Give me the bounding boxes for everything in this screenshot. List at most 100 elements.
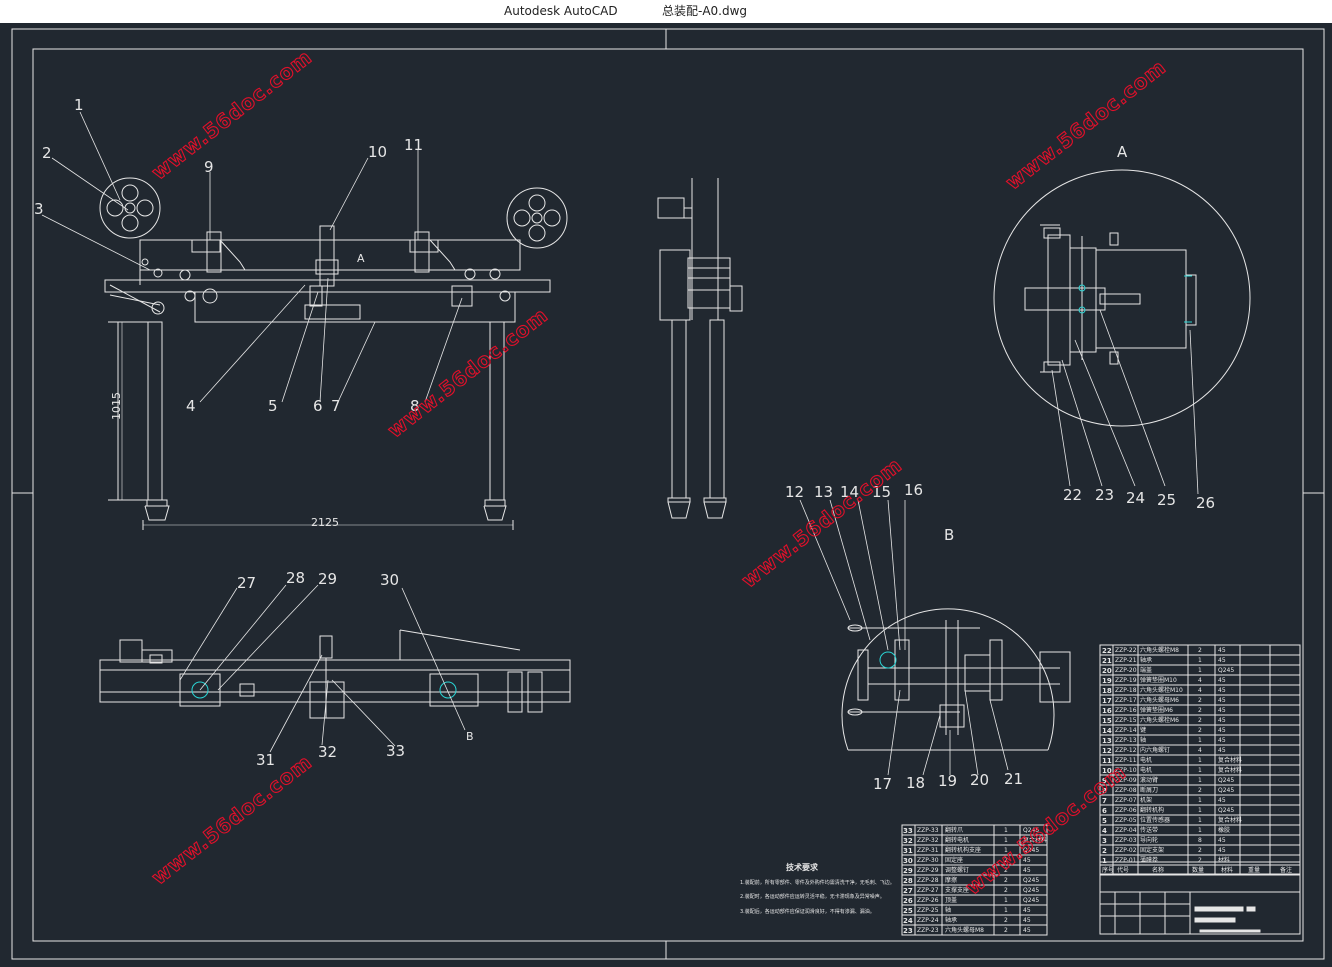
- bom-qty: 2: [1004, 917, 1008, 924]
- bom-qty: 8: [1198, 837, 1202, 844]
- top-ref-label: B: [466, 730, 474, 743]
- callout-12: 12: [785, 483, 804, 501]
- bom-header-cell: 名称: [1152, 866, 1164, 874]
- bom-no: 25: [903, 907, 913, 915]
- callout-24: 24: [1126, 489, 1145, 507]
- bom-name: 电机: [1140, 766, 1152, 774]
- callout-29: 29: [318, 570, 337, 588]
- callout-1: 1: [74, 96, 84, 114]
- bom-no: 14: [1102, 727, 1112, 735]
- bom-no: 4: [1102, 827, 1107, 835]
- bom-no: 20: [1102, 667, 1112, 675]
- bom-code: ZZP-19: [1115, 677, 1137, 684]
- bom-mat: 45: [1218, 717, 1226, 724]
- bom-name: 导向轮: [1140, 836, 1158, 844]
- bom-mat: 45: [1218, 707, 1226, 714]
- bom-qty: 2: [1198, 697, 1202, 704]
- bom-no: 30: [903, 857, 913, 865]
- bom-mat: 45: [1218, 747, 1226, 754]
- bom-code: ZZP-25: [917, 907, 939, 914]
- bom-code: ZZP-18: [1115, 687, 1137, 694]
- bom-no: 24: [903, 917, 913, 925]
- callout-27: 27: [237, 574, 256, 592]
- bom-name: 轴承: [945, 916, 957, 924]
- tech-notes: 技术要求 1.装配前，所有零部件、零件及外购件均需清洗干净，无毛刺、飞边。 2.…: [740, 862, 895, 915]
- callout-7: 7: [331, 397, 341, 415]
- bom-qty: 1: [1004, 897, 1008, 904]
- bom-code: ZZP-17: [1115, 697, 1137, 704]
- drawing-canvas[interactable]: 1015 2125 A 1 2 3 9 10 11 4 5 6 7 8 A 22…: [0, 23, 1332, 967]
- bom-code: ZZP-02: [1115, 847, 1137, 854]
- bom-name: 顶盖: [945, 896, 957, 904]
- bom-qty: 1: [1198, 767, 1202, 774]
- bom-name: 弹簧垫圈M10: [1140, 676, 1177, 684]
- bom-name: 翻转机构支座: [945, 846, 981, 854]
- bom-no: 3: [1102, 837, 1107, 845]
- bom-name: 键: [1140, 726, 1146, 734]
- bom-name: 轴: [945, 906, 951, 914]
- bom-qty: 2: [1198, 787, 1202, 794]
- detail-b-view[interactable]: [841, 608, 1071, 751]
- detail-a-label: A: [1117, 143, 1128, 161]
- bom-qty: 2: [1198, 707, 1202, 714]
- watermark-text: www.56doc.com: [737, 453, 907, 593]
- bom-name: 六角头螺栓M10: [1140, 686, 1183, 694]
- bom-qty: 1: [1004, 827, 1008, 834]
- bom-no: 12: [1102, 747, 1112, 755]
- bom-mat: 45: [1218, 677, 1226, 684]
- drawing-svg[interactable]: 1015 2125 A 1 2 3 9 10 11 4 5 6 7 8 A 22…: [0, 23, 1332, 967]
- detail-a-view[interactable]: [993, 169, 1251, 427]
- callout-33: 33: [386, 742, 405, 760]
- bom-name: 翻转电机: [945, 836, 969, 844]
- callout-19: 19: [938, 772, 957, 790]
- bom-mat: 45: [1218, 697, 1226, 704]
- callout-25: 25: [1157, 491, 1176, 509]
- bom-qty: 2: [1004, 887, 1008, 894]
- bom-code: ZZP-05: [1115, 817, 1137, 824]
- bom-no: 28: [903, 877, 913, 885]
- bom-qty: 4: [1198, 677, 1202, 684]
- bom-mat: Q245: [1218, 667, 1234, 674]
- bom-no: 33: [903, 827, 913, 835]
- bom-code: ZZP-22: [1115, 647, 1137, 654]
- bom-name: 断屑刀: [1140, 786, 1158, 794]
- bom-code: ZZP-30: [917, 857, 939, 864]
- callout-21: 21: [1004, 770, 1023, 788]
- bom-mat: 45: [1218, 647, 1226, 654]
- side-view[interactable]: [657, 178, 743, 519]
- bom-code: ZZP-13: [1115, 737, 1137, 744]
- bom-qty: 2: [1198, 727, 1202, 734]
- dim-height: 1015: [110, 392, 123, 420]
- bom-code: ZZP-15: [1115, 717, 1137, 724]
- bom-mat: 45: [1023, 917, 1031, 924]
- bom-qty: 1: [1198, 657, 1202, 664]
- callout-30: 30: [380, 571, 399, 589]
- bom-qty: 1: [1004, 907, 1008, 914]
- detail-b-label: B: [944, 526, 954, 544]
- bom-code: ZZP-07: [1115, 797, 1137, 804]
- bom-name: 内六角螺钉: [1140, 746, 1170, 754]
- bom-name: 轴承: [1140, 656, 1152, 664]
- bom-qty: 2: [1004, 877, 1008, 884]
- bom-mat: 45: [1023, 867, 1031, 874]
- bom-header-cell: 序号: [1102, 866, 1114, 874]
- bom-header-cell: 备注: [1280, 866, 1292, 874]
- tech-notes-title: 技术要求: [786, 862, 819, 872]
- bom-qty: 2: [1198, 847, 1202, 854]
- top-view[interactable]: [99, 629, 571, 719]
- bom-code: ZZP-29: [917, 867, 939, 874]
- bom-no: 18: [1102, 687, 1112, 695]
- bom-mat: 45: [1218, 797, 1226, 804]
- bom-mat: 材料: [1218, 856, 1230, 864]
- callout-3: 3: [34, 200, 44, 218]
- bom-header-cell: 代号: [1117, 866, 1129, 874]
- bom-name: 翻转爪: [945, 826, 963, 834]
- bom-mat: 复合材料: [1218, 816, 1242, 824]
- bom-no: 31: [903, 847, 913, 855]
- bom-name: 机架: [1140, 796, 1152, 804]
- dim-width: 2125: [311, 516, 339, 529]
- bom-no: 16: [1102, 707, 1112, 715]
- callout-5: 5: [268, 397, 278, 415]
- bom-code: ZZP-16: [1115, 707, 1137, 714]
- bom-no: 21: [1102, 657, 1112, 665]
